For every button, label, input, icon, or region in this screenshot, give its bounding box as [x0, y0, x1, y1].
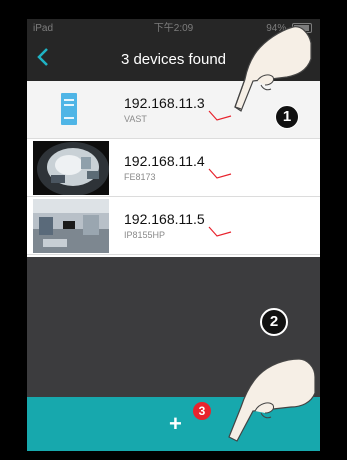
device-row[interactable]: 192.168.11.5 IP8155HP [27, 197, 320, 255]
device-thumbnail [33, 83, 109, 137]
step-badge-2: 2 [260, 308, 288, 336]
device-row[interactable]: 192.168.11.4 FE8173 [27, 139, 320, 197]
pointing-hand-icon [228, 358, 316, 442]
device-thumbnail [33, 199, 109, 253]
check-mark-icon [208, 168, 232, 179]
pointing-hand-icon [234, 26, 312, 112]
fisheye-camera-image [33, 141, 109, 195]
device-ip: 192.168.11.3 [124, 95, 205, 111]
check-mark-icon [208, 226, 232, 237]
app-screen: iPad 下午2:09 94% 3 devices found 192.168.… [27, 19, 320, 451]
device-ip: 192.168.11.5 [124, 211, 205, 227]
step-badge-3: 3 [193, 402, 211, 420]
device-model: VAST [124, 114, 147, 124]
device-model: IP8155HP [124, 230, 166, 240]
device-ip: 192.168.11.4 [124, 153, 205, 169]
device-thumbnail [33, 141, 109, 195]
office-camera-image [33, 199, 109, 253]
server-icon [61, 93, 77, 125]
device-model: FE8173 [124, 172, 156, 182]
plus-icon: + [169, 411, 182, 436]
